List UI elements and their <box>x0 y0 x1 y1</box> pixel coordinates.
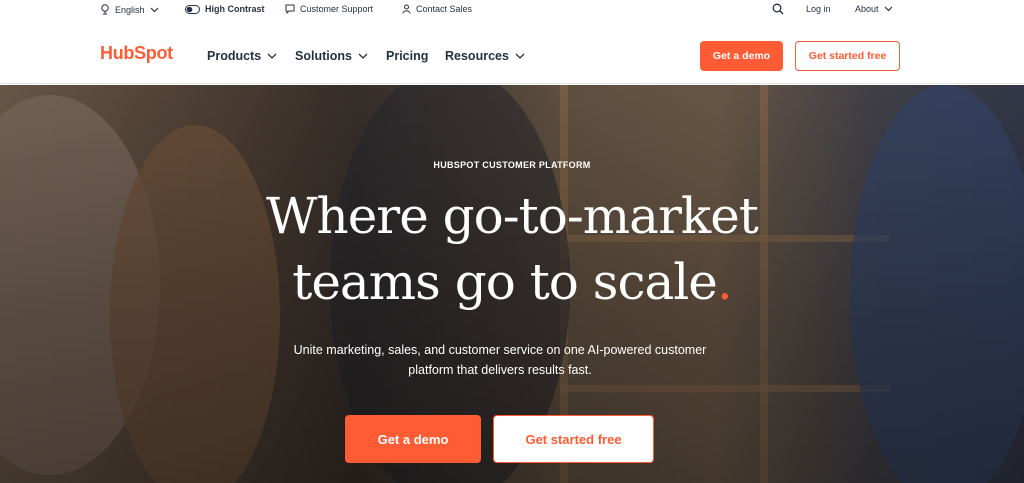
chat-icon <box>285 4 295 14</box>
get-demo-button[interactable]: Get a demo <box>700 41 783 71</box>
contact-sales-link[interactable]: Contact Sales <box>402 4 472 14</box>
customer-support-link[interactable]: Customer Support <box>285 4 373 14</box>
hero-subtext: Unite marketing, sales, and customer ser… <box>293 343 707 377</box>
language-selector[interactable]: English <box>100 4 159 15</box>
nav-resources-label: Resources <box>445 49 509 63</box>
nav-products-label: Products <box>207 49 262 63</box>
globe-icon <box>101 4 109 15</box>
headline-dot: . <box>716 253 733 311</box>
chevron-down-icon <box>267 53 277 59</box>
headline-line-2: teams go to scale. <box>0 249 1024 315</box>
utility-bar: English High Contrast Customer Support C… <box>0 0 1024 20</box>
login-link[interactable]: Log in <box>806 4 831 14</box>
high-contrast-toggle[interactable]: High Contrast <box>185 4 265 14</box>
contact-sales-label: Contact Sales <box>416 4 473 14</box>
customer-support-label: Customer Support <box>300 4 374 14</box>
nav-pricing-label: Pricing <box>386 49 429 63</box>
chevron-down-icon <box>884 6 892 12</box>
nav-solutions[interactable]: Solutions <box>295 49 368 63</box>
hero-eyebrow: HUBSPOT CUSTOMER PLATFORM <box>433 160 591 170</box>
chevron-down-icon <box>150 7 158 12</box>
chevron-down-icon <box>358 53 368 59</box>
about-label: About <box>855 4 879 14</box>
search-icon <box>772 3 784 15</box>
main-navigation: HubSpot Products Solutions Pricing Resou… <box>0 30 1024 84</box>
nav-pricing[interactable]: Pricing <box>386 49 428 63</box>
hero-get-demo-button[interactable]: Get a demo <box>345 415 481 463</box>
nav-solutions-label: Solutions <box>295 49 352 63</box>
about-menu[interactable]: About <box>855 4 893 14</box>
hero-get-started-free-button[interactable]: Get started free <box>493 415 654 463</box>
get-started-free-button[interactable]: Get started free <box>795 41 900 71</box>
nav-products[interactable]: Products <box>207 49 277 63</box>
nav-resources[interactable]: Resources <box>445 49 525 63</box>
hero-headline: Where go-to-market teams go to scale. <box>0 183 1024 315</box>
language-label: English <box>115 4 145 15</box>
logo-text: HubSpot <box>100 43 173 63</box>
search-button[interactable] <box>772 3 784 15</box>
headline-line-2-text: teams go to scale <box>292 253 718 311</box>
headline-line-1: Where go-to-market <box>266 187 759 245</box>
hubspot-logo[interactable]: HubSpot <box>100 43 173 64</box>
chevron-down-icon <box>515 53 525 59</box>
high-contrast-label: High Contrast <box>205 4 265 14</box>
login-label: Log in <box>806 4 831 14</box>
person-icon <box>402 4 411 14</box>
toggle-icon <box>185 4 200 14</box>
hero-section: HUBSPOT CUSTOMER PLATFORM Where go-to-ma… <box>0 85 1024 483</box>
